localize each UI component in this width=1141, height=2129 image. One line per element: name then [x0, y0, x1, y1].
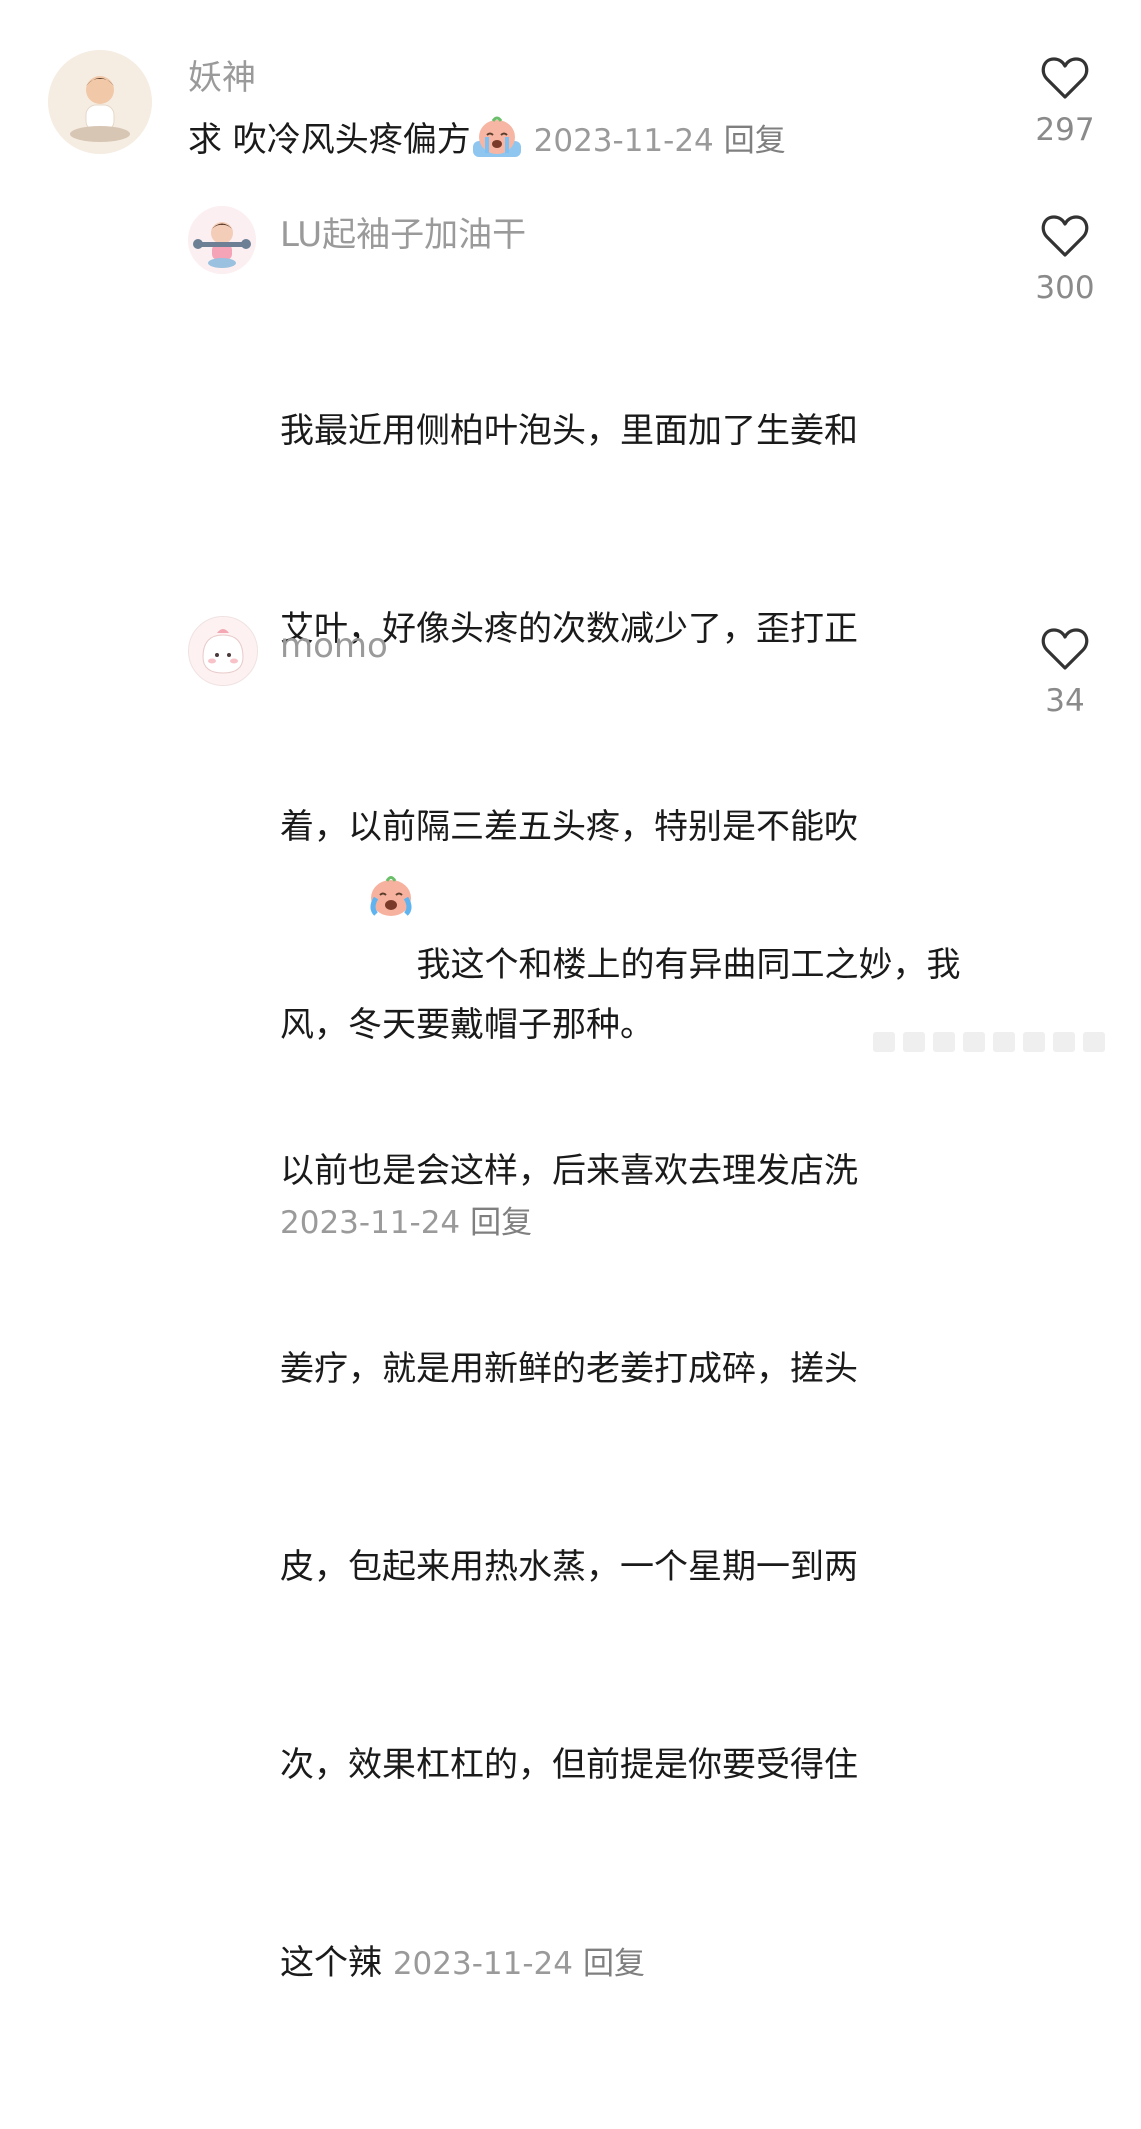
comment-body: 求 吹冷风头疼偏方 2023-11-24 回复: [188, 107, 786, 181]
comment-line: 皮，包起来用热水蒸，一个星期一到两: [280, 1547, 858, 1587]
comment-line: 我最近用侧柏叶泡头，里面加了生姜和: [280, 411, 858, 451]
like-button[interactable]: 297: [1025, 56, 1105, 148]
crying-peach-emoji-icon: [471, 115, 523, 181]
comment-line-text: 我这个和楼上的有异曲同工之妙，我: [416, 945, 961, 985]
avatar[interactable]: [48, 50, 152, 154]
comment-1: 妖神 求 吹冷风头疼偏方 2023-11-24 回复 297: [0, 0, 1141, 190]
avatar-image: [188, 206, 256, 274]
like-button[interactable]: 34: [1025, 627, 1105, 719]
like-button[interactable]: 300: [1025, 214, 1105, 306]
avatar-image: [48, 50, 152, 154]
comment-2: LU起袖子加油干 我最近用侧柏叶泡头，里面加了生姜和 艾叶，好像头疼的次数减少了…: [0, 190, 1141, 1241]
comment-line: 次，效果杠杠的，但前提是你要受得住: [280, 1745, 858, 1785]
heart-icon: [1041, 215, 1089, 257]
comment-meta: 2023-11-24 回复: [534, 123, 786, 159]
comment-line: 姜疗，就是用新鲜的老姜打成碎，搓头: [280, 1349, 858, 1389]
comment-line: 我这个和楼上的有异曲同工之妙，我: [280, 808, 960, 1006]
comment-line: 这个辣 2023-11-24 回复: [280, 1930, 960, 1997]
reply-button[interactable]: 回复: [583, 1946, 645, 1982]
comment-date: 2023-11-24: [392, 1946, 573, 1982]
comment-meta: 2023-11-24 回复: [393, 1946, 645, 1982]
username[interactable]: LU起袖子加油干: [280, 215, 526, 255]
reply-button[interactable]: 回复: [724, 123, 786, 159]
comment-body: 我这个和楼上的有异曲同工之妙，我 以前也是会这样，后来喜欢去理发店洗 姜疗，就是…: [280, 676, 960, 2129]
comment-line-text: 这个辣: [280, 1943, 382, 1983]
username[interactable]: momo: [280, 626, 388, 666]
like-count: 300: [1035, 270, 1095, 306]
avatar-image: [189, 617, 257, 685]
heart-icon: [1041, 57, 1089, 99]
crying-peach-emoji-icon: [280, 808, 416, 1006]
comment-date: 2023-11-24: [533, 123, 714, 159]
comment-line: 以前也是会这样，后来喜欢去理发店洗: [280, 1151, 858, 1191]
avatar[interactable]: [188, 616, 258, 686]
comment-text: 求 吹冷风头疼偏方: [188, 120, 471, 160]
avatar[interactable]: [188, 206, 256, 274]
heart-icon: [1041, 628, 1089, 670]
watermark: [873, 1022, 1123, 1062]
comment-3: momo 我这个和楼上的有异曲同工之妙，我 以前也是会这样，后来喜欢去理发店洗 …: [0, 600, 1141, 1983]
username[interactable]: 妖神: [188, 58, 256, 98]
like-count: 34: [1045, 683, 1085, 719]
like-count: 297: [1035, 112, 1095, 148]
